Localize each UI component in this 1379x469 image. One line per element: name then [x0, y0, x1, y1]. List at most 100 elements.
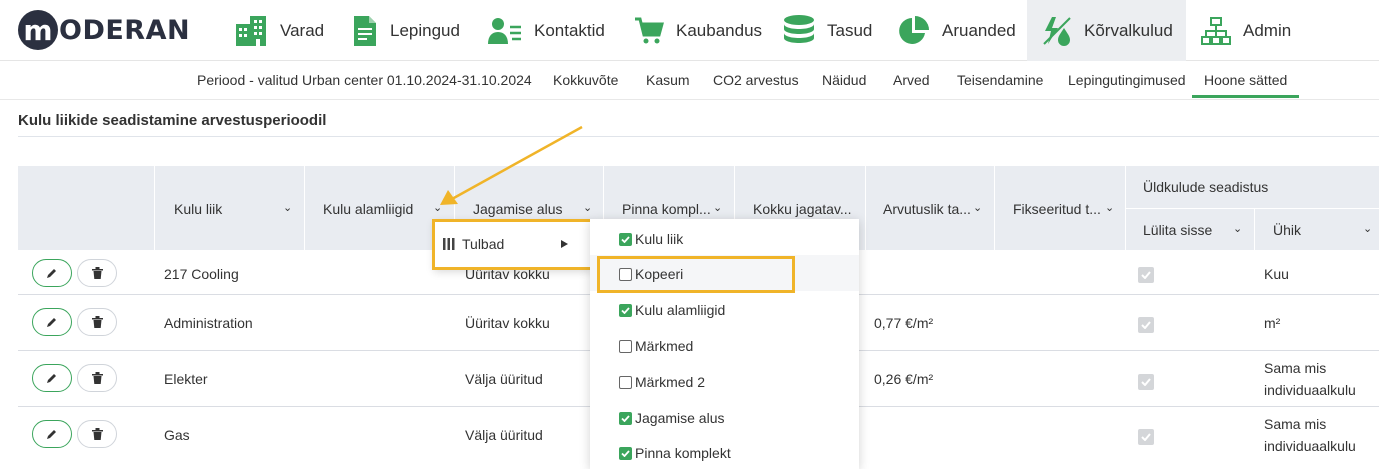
divider — [994, 166, 995, 250]
menu-item-kulu-alamliigid[interactable]: Kulu alamliigid — [619, 302, 725, 318]
period-selector[interactable]: Periood - valitud Urban center 01.10.202… — [197, 72, 532, 88]
menu-item-label: Kulu alamliigid — [635, 302, 726, 318]
edit-button[interactable] — [32, 364, 72, 392]
checkbox-unchecked[interactable] — [619, 339, 632, 353]
cell-jagamise-alus: Üüritav kokku — [465, 315, 550, 331]
checkbox-checked[interactable] — [619, 411, 632, 425]
nav-label: Tasud — [827, 20, 873, 40]
page-title: Kulu liikide seadistamine arvestusperioo… — [18, 112, 327, 129]
check-icon — [1141, 433, 1151, 441]
tab-lepingutingimused[interactable]: Lepingutingimused — [1068, 72, 1186, 88]
cell-uhik: m² — [1264, 315, 1281, 331]
edit-button[interactable] — [32, 420, 72, 448]
cell-uhik-line2: individuaalkulu — [1264, 438, 1356, 454]
tab-kokkuvote[interactable]: Kokkuvõte — [553, 72, 618, 88]
menu-item-jagamise-alus[interactable]: Jagamise alus — [619, 410, 725, 426]
pencil-icon — [47, 430, 56, 439]
checkbox-checked[interactable] — [619, 303, 632, 317]
col-fikseeritud[interactable]: Fikseeritud t... — [1013, 201, 1101, 217]
menu-item-markmed[interactable]: Märkmed — [619, 338, 693, 354]
delete-button[interactable] — [77, 308, 117, 336]
sub-navigation: Periood - valitud Urban center 01.10.202… — [0, 62, 1379, 98]
nav-lepingud[interactable]: Lepingud — [352, 0, 460, 61]
chevron-down-icon[interactable]: ⌄ — [1105, 201, 1114, 214]
cell-kulu-liik: 217 Cooling — [164, 266, 239, 282]
top-navigation: m ODERAN Varad Lepingud Kontaktid Kauban… — [0, 0, 1379, 61]
divider — [1126, 208, 1379, 209]
cell-jagamise-alus: Välja üüritud — [465, 427, 543, 443]
delete-button[interactable] — [77, 420, 117, 448]
menu-item-kulu-liik[interactable]: Kulu liik — [619, 231, 683, 247]
contacts-icon — [488, 17, 521, 44]
col-kokku-jagatav[interactable]: Kokku jagatav... — [753, 201, 852, 217]
nav-label: Kõrvalkulud — [1084, 20, 1173, 40]
group-header-uldkulud: Üldkulude seadistus — [1143, 179, 1269, 195]
cell-jagamise-alus: Välja üüritud — [465, 371, 543, 387]
nav-kaubandus[interactable]: Kaubandus — [634, 0, 762, 61]
logo-text: ODERAN — [59, 14, 191, 46]
nav-korvalkulud[interactable]: Kõrvalkulud — [1027, 0, 1186, 61]
coins-icon — [784, 14, 814, 43]
trash-icon — [91, 372, 103, 384]
divider — [1254, 208, 1255, 250]
menu-item-label: Pinna komplekt — [635, 445, 731, 461]
chevron-down-icon[interactable]: ⌄ — [713, 201, 722, 214]
cell-kulu-liik: Elekter — [164, 371, 208, 387]
nav-kontaktid[interactable]: Kontaktid — [488, 0, 605, 61]
chevron-down-icon[interactable]: ⌄ — [1233, 222, 1242, 235]
nav-aruanded[interactable]: Aruanded — [898, 0, 1016, 61]
divider — [18, 136, 1379, 137]
checkbox-lulita-sisse[interactable] — [1138, 317, 1154, 333]
checkbox-checked[interactable] — [619, 446, 632, 460]
col-uhik[interactable]: Ühik — [1273, 222, 1301, 238]
checkbox-checked[interactable] — [619, 232, 632, 246]
edit-button[interactable] — [32, 259, 72, 287]
cell-uhik: Sama mis — [1264, 360, 1327, 376]
nav-varad[interactable]: Varad — [234, 0, 324, 61]
menu-item-pinna-komplekt[interactable]: Pinna komplekt — [619, 445, 731, 461]
org-chart-icon — [1201, 16, 1231, 45]
pencil-icon — [47, 374, 56, 383]
menu-item-markmed-2[interactable]: Märkmed 2 — [619, 374, 705, 390]
divider — [0, 99, 1379, 100]
check-icon — [1141, 378, 1151, 386]
tab-co2-arvestus[interactable]: CO2 arvestus — [713, 72, 799, 88]
check-icon — [1141, 321, 1151, 329]
chevron-down-icon[interactable]: ⌄ — [283, 201, 292, 214]
col-lulita-sisse[interactable]: Lülita sisse — [1143, 222, 1212, 238]
trash-icon — [91, 428, 103, 440]
highlight-box — [432, 219, 593, 270]
checkbox-lulita-sisse[interactable] — [1138, 267, 1154, 283]
tab-teisendamine[interactable]: Teisendamine — [957, 72, 1043, 88]
pie-chart-icon — [899, 15, 929, 44]
cell-uhik: Sama mis — [1264, 416, 1327, 432]
col-kulu-liik[interactable]: Kulu liik — [174, 201, 222, 217]
tab-kasum[interactable]: Kasum — [646, 72, 690, 88]
pencil-icon — [47, 318, 56, 327]
col-kulu-alamliigid[interactable]: Kulu alamliigid — [323, 201, 413, 217]
col-arvutuslik[interactable]: Arvutuslik ta... — [883, 201, 971, 217]
trash-icon — [91, 267, 103, 279]
nav-tasud[interactable]: Tasud — [783, 0, 872, 61]
delete-button[interactable] — [77, 259, 117, 287]
annotation-arrow — [440, 125, 583, 205]
cell-kulu-liik: Gas — [164, 427, 190, 443]
divider — [865, 166, 866, 250]
edit-button[interactable] — [32, 308, 72, 336]
checkbox-unchecked[interactable] — [619, 375, 632, 389]
divider — [304, 166, 305, 250]
delete-button[interactable] — [77, 364, 117, 392]
checkbox-lulita-sisse[interactable] — [1138, 429, 1154, 445]
moderan-logo[interactable]: m ODERAN — [18, 9, 190, 51]
menu-item-label: Jagamise alus — [635, 410, 725, 426]
tab-hoone-satted[interactable]: Hoone sätted — [1192, 72, 1300, 98]
tab-naidud[interactable]: Näidud — [822, 72, 866, 88]
chevron-down-icon[interactable]: ⌄ — [1363, 222, 1372, 235]
nav-label: Aruanded — [942, 20, 1016, 40]
chevron-down-icon[interactable]: ⌄ — [973, 201, 982, 214]
col-pinna-komplekt[interactable]: Pinna kompl... — [622, 201, 711, 217]
nav-admin[interactable]: Admin — [1201, 0, 1291, 61]
check-icon — [621, 414, 630, 422]
checkbox-lulita-sisse[interactable] — [1138, 374, 1154, 390]
tab-arved[interactable]: Arved — [893, 72, 930, 88]
